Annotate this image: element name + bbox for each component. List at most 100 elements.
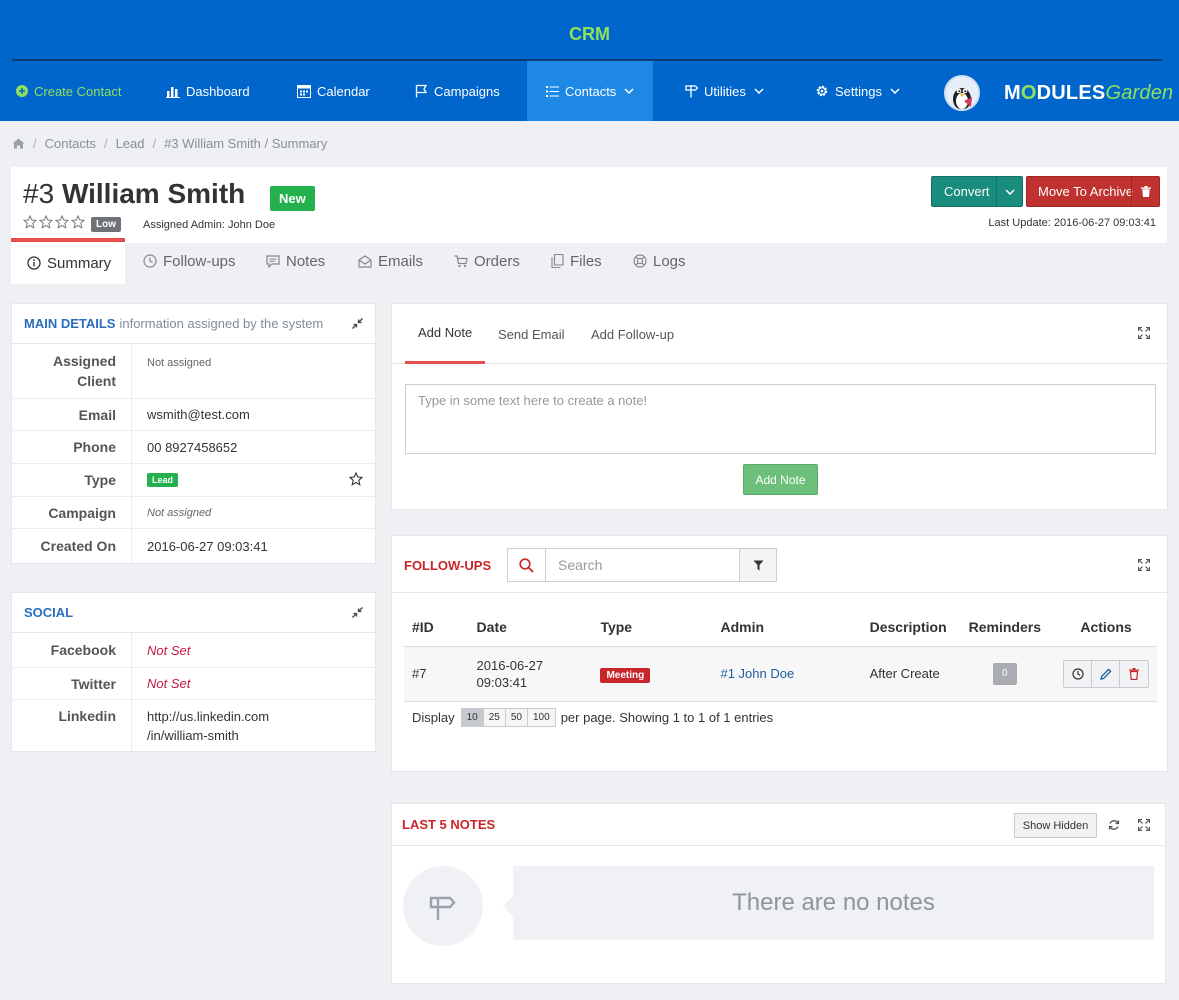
convert-button[interactable]: Convert <box>931 176 1023 207</box>
nav-calendar-label: Calendar <box>317 83 370 99</box>
row-email: Email wsmith@test.com <box>12 399 375 431</box>
phone-label: Phone <box>12 431 132 463</box>
nav-settings[interactable]: Settings <box>815 61 900 121</box>
tab-orders[interactable]: Orders <box>454 238 520 284</box>
refresh-icon[interactable] <box>1108 819 1120 831</box>
assigned-admin: Assigned Admin: John Doe <box>143 219 276 231</box>
last-notes-title: LAST 5 NOTES <box>402 817 496 832</box>
tab-files[interactable]: Files <box>551 238 602 284</box>
compress-icon[interactable] <box>352 607 363 618</box>
comment-icon <box>266 254 280 268</box>
nav-campaigns[interactable]: Campaigns <box>415 61 500 121</box>
social-card: SOCIAL Facebook Not Set Twitter Not Set … <box>11 592 376 752</box>
cell-admin[interactable]: #1 John Doe <box>712 646 862 702</box>
clock-icon <box>143 254 157 268</box>
social-title: SOCIAL <box>24 605 74 620</box>
trash-icon[interactable] <box>1131 177 1159 206</box>
breadcrumb-contacts[interactable]: Contacts <box>45 136 96 151</box>
row-twitter: Twitter Not Set <box>12 668 375 700</box>
row-assigned-client: Assigned Client Not assigned <box>12 344 375 399</box>
nav-utilities[interactable]: Utilities <box>685 61 764 121</box>
search-input[interactable] <box>546 549 739 581</box>
row-linkedin: Linkedin http://us.linkedin.com /in/will… <box>12 700 375 752</box>
assigned-client-label: Assigned Client <box>12 344 132 398</box>
col-reminders[interactable]: Reminders <box>954 608 1055 647</box>
flag-icon <box>415 84 428 98</box>
main-nav: Create Contact Dashboard Calendar Campai… <box>0 61 940 121</box>
tab-send-email[interactable]: Send Email <box>498 304 564 364</box>
app-title: CRM <box>569 24 610 44</box>
type-label: Type <box>12 464 132 496</box>
campaign-value: Not assigned <box>147 506 212 519</box>
nav-dashboard-label: Dashboard <box>186 83 250 99</box>
nav-campaigns-label: Campaigns <box>434 83 500 99</box>
linkedin-value[interactable]: http://us.linkedin.com /in/william-smith <box>132 700 375 752</box>
email-value[interactable]: wsmith@test.com <box>132 399 375 430</box>
col-date[interactable]: Date <box>468 608 593 647</box>
compress-icon[interactable] <box>352 318 363 329</box>
nav-create-contact[interactable]: Create Contact <box>16 61 121 121</box>
contact-tabs: Summary Follow-ups Notes Emails Orders F… <box>11 238 911 284</box>
home-icon[interactable] <box>12 138 25 149</box>
clock-icon[interactable] <box>1064 660 1092 687</box>
star-icon[interactable] <box>39 215 53 229</box>
note-textarea[interactable] <box>405 384 1156 454</box>
tab-follow-ups[interactable]: Follow-ups <box>143 238 236 284</box>
filter-icon[interactable] <box>739 549 776 581</box>
follow-ups-card: FOLLOW-UPS #ID Date Type Admin Descripti… <box>391 535 1168 772</box>
star-icon[interactable] <box>349 472 363 486</box>
star-icon[interactable] <box>71 215 85 229</box>
star-icon[interactable] <box>23 215 37 229</box>
breadcrumb-lead[interactable]: Lead <box>116 136 145 151</box>
star-icon[interactable] <box>55 215 69 229</box>
lifebuoy-icon <box>633 254 647 268</box>
expand-icon[interactable] <box>1138 559 1150 571</box>
expand-icon[interactable] <box>1138 819 1150 831</box>
col-type[interactable]: Type <box>592 608 713 647</box>
page-size-25[interactable]: 25 <box>483 709 506 726</box>
tab-emails[interactable]: Emails <box>358 238 423 284</box>
page-size-100[interactable]: 100 <box>528 709 555 726</box>
last-notes-card: LAST 5 NOTES Show Hidden There are no no… <box>391 803 1166 984</box>
col-id[interactable]: #ID <box>404 608 469 647</box>
nav-dashboard[interactable]: Dashboard <box>166 61 250 121</box>
cell-actions <box>1055 646 1157 702</box>
tab-add-follow-up[interactable]: Add Follow-up <box>591 304 674 364</box>
facebook-value: Not Set <box>147 642 191 658</box>
archive-label: Move To Archive <box>1038 184 1134 199</box>
page-size-10[interactable]: 10 <box>461 709 484 726</box>
assigned-client-value: Not assigned <box>147 357 212 369</box>
expand-icon[interactable] <box>1138 327 1150 339</box>
display-label: Display <box>412 710 455 725</box>
nav-utilities-label: Utilities <box>704 83 746 99</box>
tab-add-note[interactable]: Add Note <box>405 304 486 364</box>
cell-reminders: 0 <box>954 646 1055 702</box>
show-hidden-button[interactable]: Show Hidden <box>1014 813 1097 838</box>
tab-logs[interactable]: Logs <box>633 238 686 284</box>
col-description[interactable]: Description <box>861 608 955 647</box>
cell-id: #7 <box>404 646 469 702</box>
nav-contacts[interactable]: Contacts <box>527 61 653 121</box>
contact-name: William Smith <box>61 178 246 209</box>
modulesgarden-logo: MODULESGarden <box>1004 82 1174 104</box>
col-actions: Actions <box>1055 608 1157 647</box>
chevron-down-icon[interactable] <box>996 177 1022 206</box>
row-phone: Phone 00 8927458652 <box>12 431 375 464</box>
nav-calendar[interactable]: Calendar <box>297 61 370 121</box>
chevron-down-icon <box>890 88 900 94</box>
add-note-button[interactable]: Add Note <box>743 464 818 495</box>
breadcrumb-separator: / <box>103 136 108 151</box>
col-admin[interactable]: Admin <box>712 608 862 647</box>
breadcrumb-current: #3 William Smith / Summary <box>164 136 328 151</box>
tab-notes[interactable]: Notes <box>266 238 325 284</box>
user-avatar[interactable] <box>944 75 980 111</box>
edit-icon[interactable] <box>1092 660 1120 687</box>
rating-stars[interactable] <box>23 215 85 229</box>
page-size-50[interactable]: 50 <box>505 709 528 726</box>
reminders-badge[interactable]: 0 <box>992 662 1017 685</box>
tab-summary[interactable]: Summary <box>11 238 126 284</box>
table-header-row: #ID Date Type Admin Description Reminder… <box>404 608 1157 647</box>
trash-icon[interactable] <box>1120 661 1148 687</box>
gear-icon <box>815 84 829 98</box>
move-to-archive-button[interactable]: Move To Archive <box>1026 176 1160 207</box>
